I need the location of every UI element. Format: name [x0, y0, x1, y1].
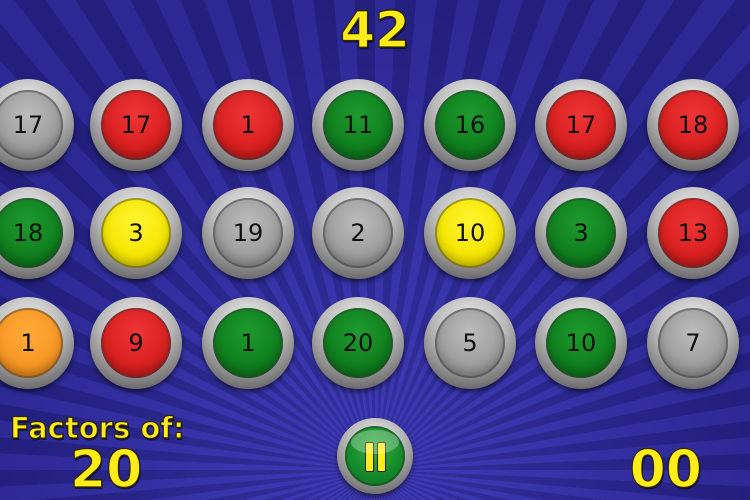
number-bubble[interactable]: 20: [312, 297, 404, 389]
bubble-face: 1: [0, 308, 63, 378]
pause-bar-left: [365, 442, 374, 472]
bubble-face: 17: [546, 90, 616, 160]
number-bubble[interactable]: 16: [424, 79, 516, 171]
score-display: 42: [340, 0, 411, 59]
bubble-face: 1: [213, 90, 283, 160]
bubble-number: 10: [454, 219, 486, 247]
bubble-number: 2: [350, 219, 366, 247]
bubble-face: 20: [323, 308, 393, 378]
number-bubble[interactable]: 11: [312, 79, 404, 171]
number-bubble[interactable]: 7: [647, 297, 739, 389]
bubble-number: 20: [342, 329, 374, 357]
pause-bar-right: [377, 442, 386, 472]
number-bubble[interactable]: 2: [312, 187, 404, 279]
bubble-number: 1: [240, 111, 256, 139]
bubble-number: 9: [128, 329, 144, 357]
bubble-face: 18: [0, 198, 63, 268]
bubble-number: 10: [565, 329, 597, 357]
number-bubble[interactable]: 13: [647, 187, 739, 279]
bubble-face: 5: [435, 308, 505, 378]
bubble-number: 5: [462, 329, 478, 357]
bubble-face: 1: [213, 308, 283, 378]
number-bubble[interactable]: 3: [535, 187, 627, 279]
bubble-number: 7: [685, 329, 701, 357]
bubble-number: 18: [677, 111, 709, 139]
number-bubble[interactable]: 3: [90, 187, 182, 279]
bubble-number: 1: [20, 329, 36, 357]
number-bubble[interactable]: 18: [647, 79, 739, 171]
number-bubble[interactable]: 17: [535, 79, 627, 171]
bubble-number: 3: [128, 219, 144, 247]
bubble-number: 3: [573, 219, 589, 247]
pause-button[interactable]: [337, 418, 413, 494]
bubble-face: 2: [323, 198, 393, 268]
number-bubble[interactable]: 10: [535, 297, 627, 389]
number-bubble[interactable]: 19: [202, 187, 294, 279]
bubble-face: 13: [658, 198, 728, 268]
bubble-number: 13: [677, 219, 709, 247]
bubble-face: 17: [0, 90, 63, 160]
bubble-face: 9: [101, 308, 171, 378]
bubble-face: 10: [435, 198, 505, 268]
bubble-number: 18: [12, 219, 44, 247]
number-bubble[interactable]: 9: [90, 297, 182, 389]
number-bubble[interactable]: 1: [202, 297, 294, 389]
bubble-number: 1: [240, 329, 256, 357]
bubble-face: 3: [101, 198, 171, 268]
number-bubble[interactable]: 17: [90, 79, 182, 171]
bubble-number: 17: [120, 111, 152, 139]
timer-display: 00: [629, 439, 703, 500]
bubble-number: 19: [232, 219, 264, 247]
bubble-face: 7: [658, 308, 728, 378]
number-bubble[interactable]: 1: [202, 79, 294, 171]
bubble-face: 11: [323, 90, 393, 160]
bubble-number: 17: [12, 111, 44, 139]
number-bubble[interactable]: 10: [424, 187, 516, 279]
bubble-face: 17: [101, 90, 171, 160]
pause-icon: [345, 426, 405, 486]
target-number: 20: [69, 439, 143, 500]
bubble-face: 16: [435, 90, 505, 160]
number-bubble[interactable]: 5: [424, 297, 516, 389]
bubble-face: 19: [213, 198, 283, 268]
bubble-number: 11: [342, 111, 374, 139]
bubble-face: 10: [546, 308, 616, 378]
bubble-face: 18: [658, 90, 728, 160]
bubble-face: 3: [546, 198, 616, 268]
bubble-number: 17: [565, 111, 597, 139]
bubble-number: 16: [454, 111, 486, 139]
